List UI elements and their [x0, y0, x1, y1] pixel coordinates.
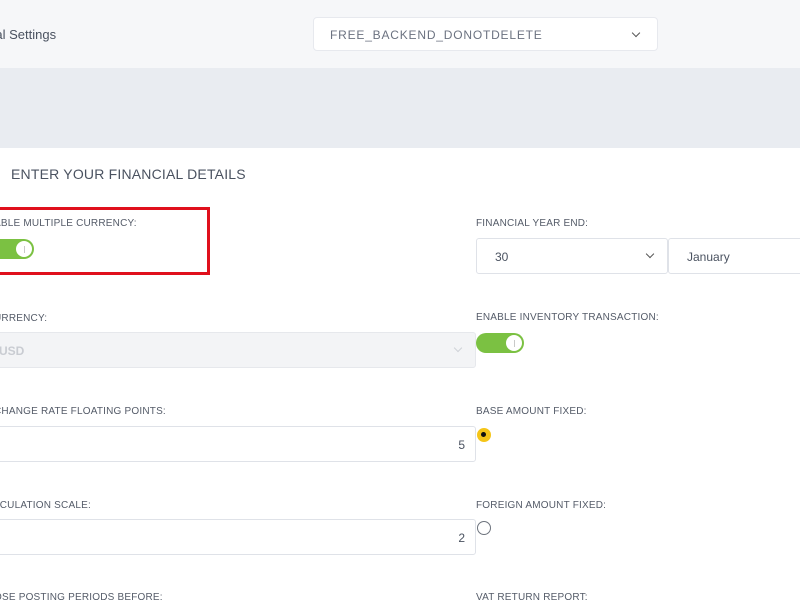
base-amount-label: BASE AMOUNT FIXED:	[476, 406, 587, 417]
fy-day-value: 30	[495, 250, 509, 264]
company-select-value: FREE_BACKEND_DONOTDELETE	[330, 28, 543, 42]
chevron-down-icon	[631, 28, 641, 38]
fy-end-label: FINANCIAL YEAR END:	[476, 218, 589, 229]
exchange-rate-input[interactable]: 5	[0, 426, 476, 462]
multi-currency-label: ABLE MULTIPLE CURRENCY:	[0, 218, 137, 229]
top-bar: cial Settings FREE_BACKEND_DONOTDELETE	[0, 0, 800, 68]
toggle-knob	[16, 241, 32, 257]
calculation-scale-label: LCULATION SCALE:	[0, 500, 91, 511]
vat-return-label: VAT RETURN REPORT:	[476, 592, 588, 603]
chevron-down-icon	[453, 343, 463, 353]
currency-select: USD	[0, 332, 476, 368]
page-title: cial Settings	[0, 27, 57, 42]
calculation-scale-input[interactable]: 2	[0, 519, 476, 555]
chevron-down-icon	[645, 249, 655, 259]
multi-currency-toggle[interactable]	[0, 239, 34, 259]
base-amount-radio[interactable]	[477, 428, 491, 442]
section-title: ENTER YOUR FINANCIAL DETAILS	[11, 166, 246, 182]
exchange-rate-value: 5	[458, 438, 465, 452]
inventory-label: ENABLE INVENTORY TRANSACTION:	[476, 312, 659, 323]
fy-month-select[interactable]: January	[668, 238, 800, 274]
close-posting-label: OSE POSTING PERIODS BEFORE:	[0, 592, 163, 603]
exchange-rate-label: CHANGE RATE FLOATING POINTS:	[0, 406, 166, 417]
toggle-knob	[506, 335, 522, 351]
fy-day-select[interactable]: 30	[476, 238, 668, 274]
calculation-scale-value: 2	[458, 531, 465, 545]
foreign-amount-label: FOREIGN AMOUNT FIXED:	[476, 500, 607, 511]
currency-label: URRENCY:	[0, 313, 48, 324]
radio-dot	[481, 432, 486, 437]
inventory-toggle[interactable]	[476, 333, 524, 353]
foreign-amount-radio[interactable]	[477, 521, 491, 535]
company-select[interactable]: FREE_BACKEND_DONOTDELETE	[313, 17, 658, 51]
fy-month-value: January	[687, 250, 730, 264]
header-band	[0, 68, 800, 148]
currency-value: USD	[0, 344, 25, 358]
